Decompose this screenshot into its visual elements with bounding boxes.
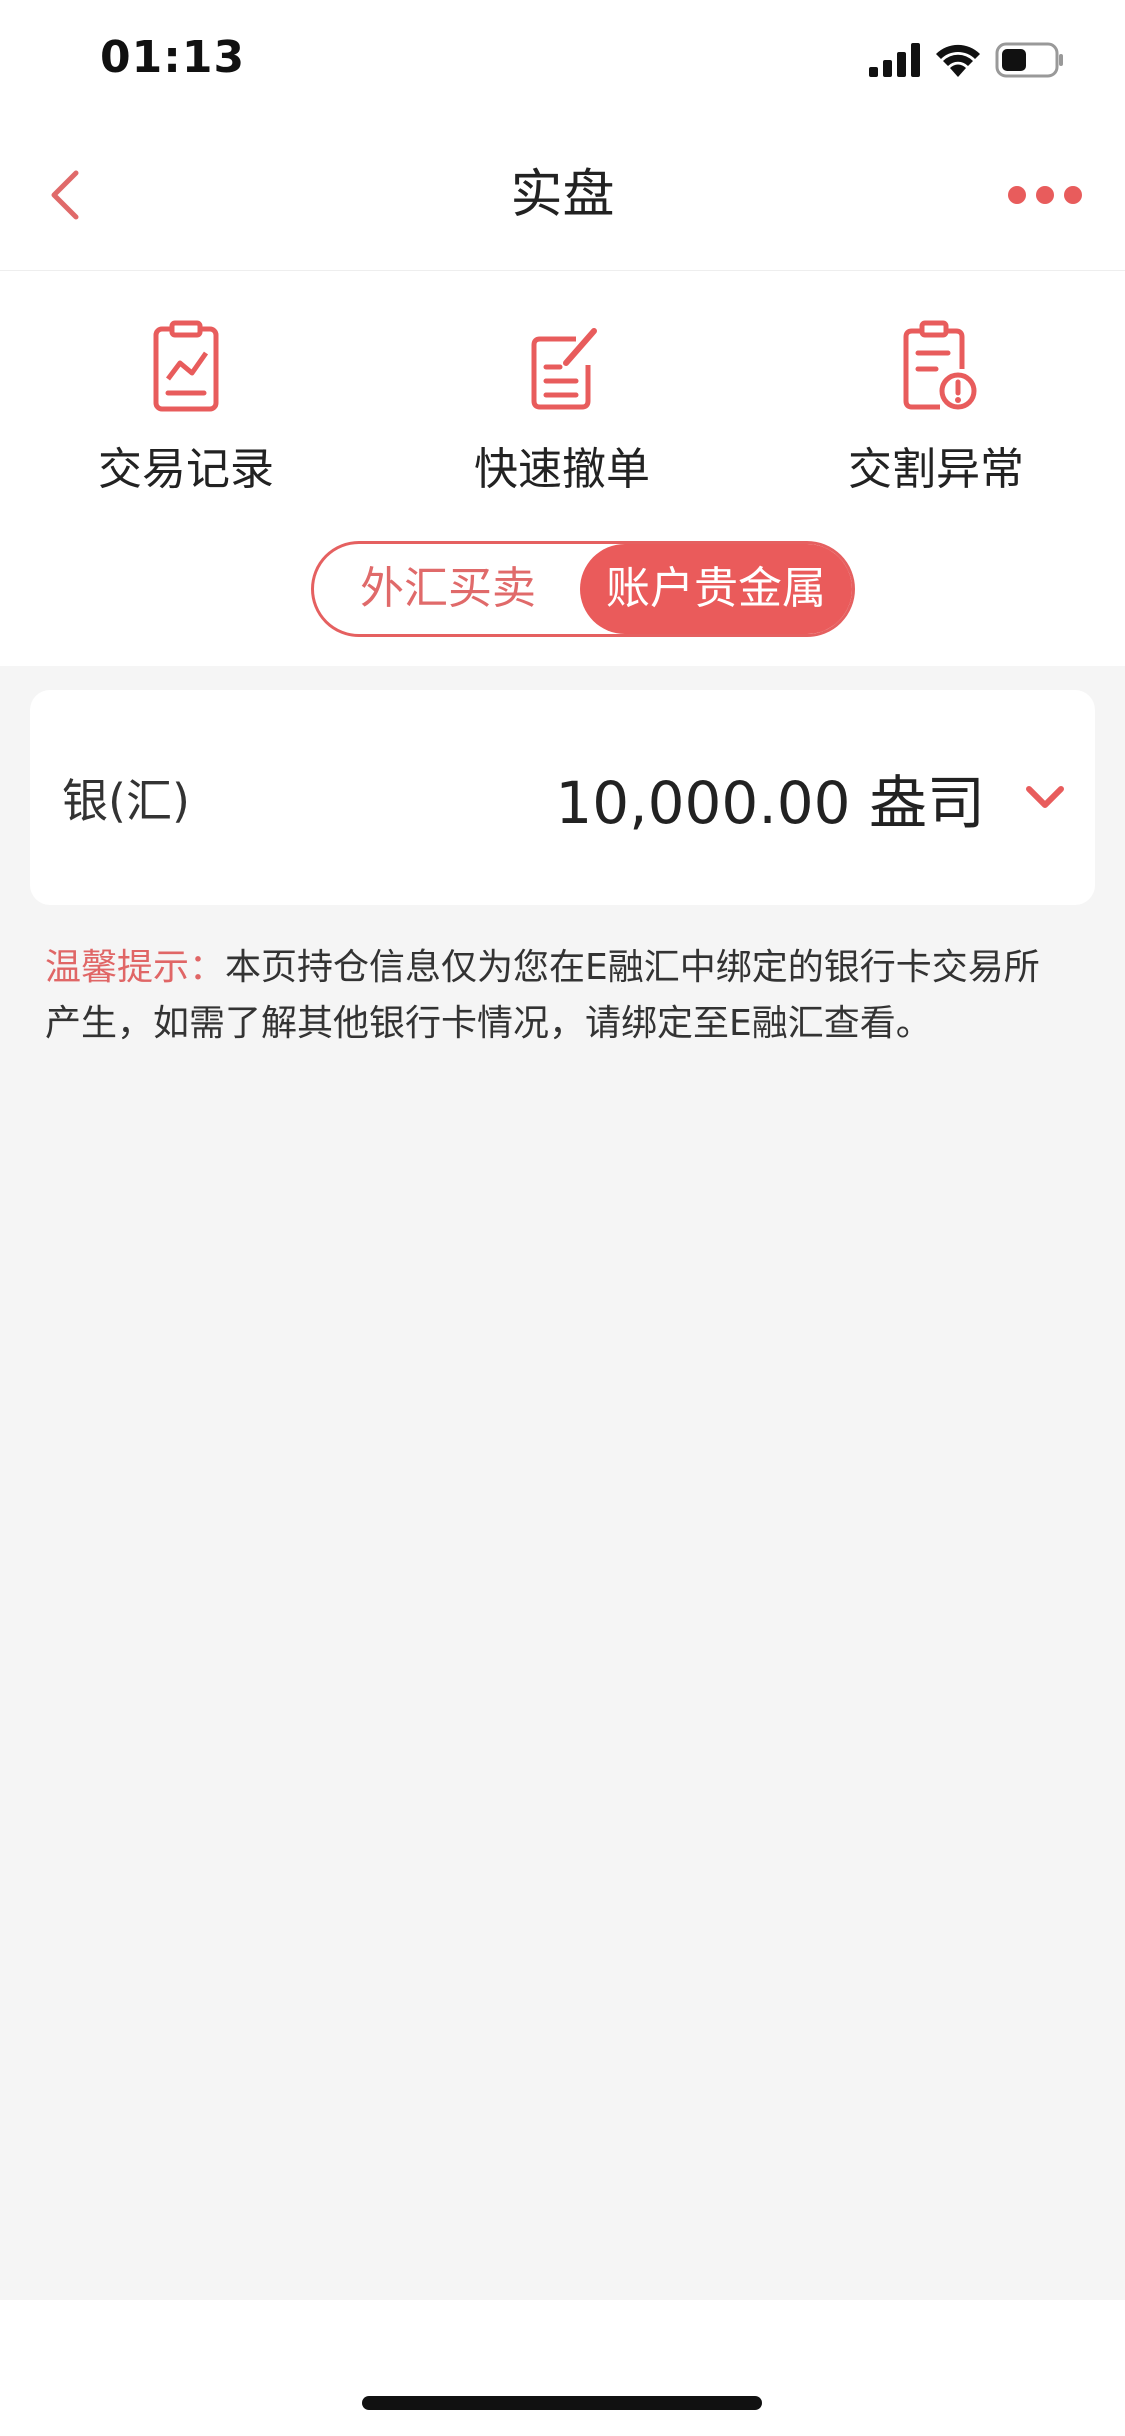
more-button[interactable]	[995, 170, 1095, 220]
wifi-icon	[936, 44, 980, 77]
holding-name: 银(汇)	[62, 774, 190, 828]
action-delivery-exception[interactable]: 交割异常	[806, 319, 1066, 495]
status-icons	[855, 40, 1065, 80]
holding-amount: 10,000.00 盎司	[555, 769, 985, 837]
home-indicator[interactable]	[362, 2396, 762, 2410]
status-bar: 01:13	[0, 0, 1125, 130]
status-time: 01:13	[100, 32, 246, 83]
action-label: 快速撤单	[474, 444, 650, 495]
chevron-down-icon[interactable]	[1023, 775, 1067, 819]
more-dots-icon	[1008, 186, 1082, 204]
page-title: 实盘	[510, 165, 615, 225]
notice-text: 温馨提示：本页持仓信息仅为您在E融汇中绑定的银行卡交易所产生，如需了解其他银行卡…	[45, 940, 1075, 1052]
notice-prefix: 温馨提示：	[45, 947, 226, 988]
edit-note-icon	[531, 328, 597, 410]
tab-precious-metals[interactable]: 账户贵金属	[580, 544, 852, 634]
quick-actions-panel: 交易记录 快速撤单 交割异常 外汇买卖 账户贵金属	[0, 271, 1125, 666]
clipboard-alert-icon	[903, 320, 977, 410]
action-label: 交割异常	[848, 444, 1024, 495]
nav-bar: 实盘	[0, 130, 1125, 271]
signal-icon	[869, 43, 920, 77]
action-quick-cancel[interactable]: 快速撤单	[432, 319, 692, 495]
market-toggle: 外汇买卖 账户贵金属	[311, 541, 855, 637]
action-trade-records[interactable]: 交易记录	[56, 319, 316, 495]
battery-icon	[995, 42, 1063, 78]
chart-clipboard-icon	[153, 320, 219, 412]
action-label: 交易记录	[98, 444, 274, 495]
screen: 01:13 实盘 交易记录 快速撤单 交割异常 外汇买卖 账户贵金属 银(汇) …	[0, 0, 1125, 2436]
holding-card[interactable]: 银(汇) 10,000.00 盎司	[30, 690, 1095, 905]
bottom-area	[0, 2300, 1125, 2436]
tab-forex[interactable]: 外汇买卖	[314, 544, 582, 634]
